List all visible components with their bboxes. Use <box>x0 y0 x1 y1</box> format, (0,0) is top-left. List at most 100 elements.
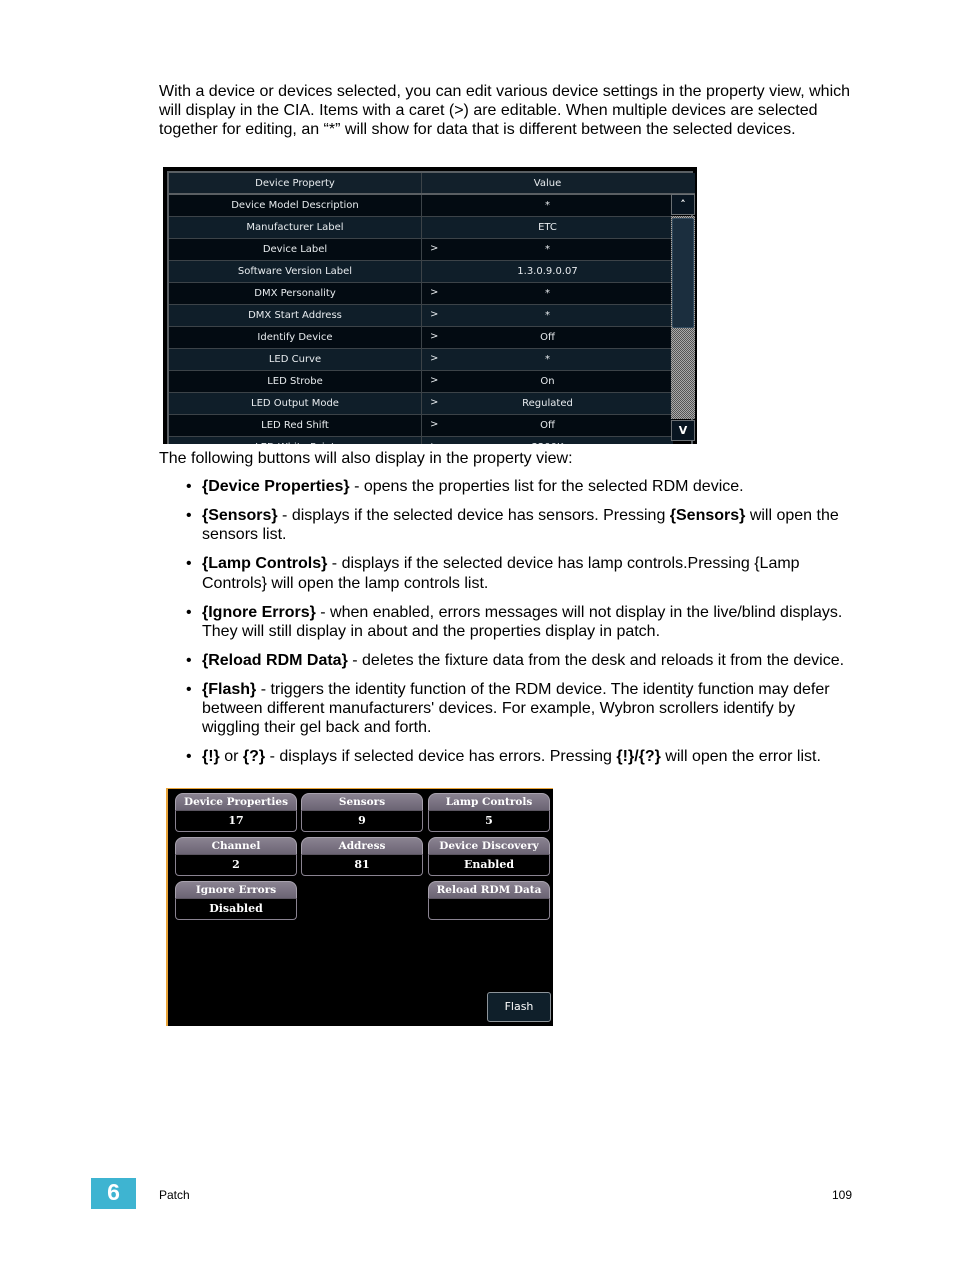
button-name: {Reload RDM Data} <box>202 651 348 669</box>
caret-up-icon: ˄ <box>680 198 686 211</box>
property-row[interactable]: LED Red Shift > Off <box>169 414 673 437</box>
property-value-cell[interactable]: > * <box>421 238 673 261</box>
list-item: • {Reload RDM Data} - deletes the fixture… <box>186 651 856 670</box>
buttons-intro-paragraph: The following buttons will also display … <box>159 450 573 467</box>
tile-device-discovery[interactable]: Device Discovery Enabled <box>428 837 550 876</box>
button-name: {Sensors} <box>669 506 746 524</box>
property-value-cell[interactable]: > Off <box>421 414 673 437</box>
tile-value: 17 <box>175 810 297 832</box>
editable-caret-icon: > <box>430 331 439 342</box>
property-value: * <box>545 244 550 255</box>
scroll-down-button[interactable]: V <box>671 420 695 441</box>
tile-lamp-controls[interactable]: Lamp Controls 5 <box>428 793 550 832</box>
property-view-screenshot: Device Property Value Device Model Descr… <box>163 167 697 444</box>
scroll-up-button[interactable]: ˄ <box>671 194 695 215</box>
tile-reload-rdm-data[interactable]: Reload RDM Data <box>428 881 550 920</box>
button-name: {Device Properties} <box>202 478 350 495</box>
button-name: {Flash} <box>202 680 257 698</box>
property-value-cell[interactable]: > * <box>421 282 673 305</box>
description-text: - triggers the identity function of the … <box>202 680 830 737</box>
tile-value: 2 <box>175 854 297 876</box>
tile-value: Disabled <box>175 898 297 920</box>
tile-label: Address <box>301 837 423 854</box>
property-value-cell: ETC <box>421 216 673 239</box>
description-text: - displays if selected device has errors… <box>265 748 617 766</box>
property-row[interactable]: DMX Start Address > * <box>169 304 673 327</box>
description-text: will open the error list. <box>660 748 821 766</box>
bullet-icon: • <box>186 651 192 669</box>
editable-caret-icon: > <box>430 397 439 408</box>
tile-label: Device Properties <box>175 793 297 810</box>
column-header-property[interactable]: Device Property <box>169 173 422 195</box>
property-row[interactable]: LED White Point>3200K <box>169 436 673 444</box>
property-name: Software Version Label <box>169 260 422 283</box>
tile-label: Lamp Controls <box>428 793 550 810</box>
column-header-value[interactable]: Value <box>421 173 673 195</box>
property-value-cell[interactable]: > Off <box>421 326 673 349</box>
tile-value: 9 <box>301 810 423 832</box>
bullet-icon: • <box>186 680 192 698</box>
scroll-thumb[interactable] <box>672 218 694 328</box>
list-item: • {Flash} - triggers the identity functio… <box>186 680 856 738</box>
property-value: * <box>545 310 550 321</box>
property-name: Manufacturer Label <box>169 216 422 239</box>
tile-channel[interactable]: Channel 2 <box>175 837 297 876</box>
tile-value: Enabled <box>428 854 550 876</box>
property-name: LED Red Shift <box>169 414 422 437</box>
list-item: • {Lamp Controls} - displays if the selec… <box>186 554 856 593</box>
tile-device-properties[interactable]: Device Properties 17 <box>175 793 297 832</box>
tile-value <box>428 898 550 920</box>
property-name: LED White Point <box>169 436 422 444</box>
property-value-cell[interactable]: > * <box>421 348 673 371</box>
editable-caret-icon: > <box>430 287 439 298</box>
property-value-cell[interactable]: > Regulated <box>421 392 673 415</box>
property-value-cell[interactable]: > * <box>421 304 673 327</box>
property-value: * <box>545 288 550 299</box>
property-row[interactable]: Software Version Label 1.3.0.9.0.07 <box>169 260 673 283</box>
property-row[interactable]: LED Curve > * <box>169 348 673 371</box>
footer-section-title: Patch <box>159 1188 190 1202</box>
tile-address[interactable]: Address 81 <box>301 837 423 876</box>
button-name: {?} <box>242 748 266 766</box>
property-row[interactable]: Manufacturer Label ETC <box>169 216 673 239</box>
button-name: {!} <box>202 748 220 766</box>
property-name: LED Output Mode <box>169 392 422 415</box>
property-value: Regulated <box>522 398 573 409</box>
property-value-cell[interactable]: >3200K <box>421 436 673 444</box>
property-value: ETC <box>538 222 557 233</box>
tile-label: Sensors <box>301 793 423 810</box>
description-text: or <box>219 748 243 766</box>
property-value: 1.3.0.9.0.07 <box>517 266 578 277</box>
list-item: • {Ignore Errors} - when enabled, errors … <box>186 603 856 642</box>
property-value-cell[interactable]: > On <box>421 370 673 393</box>
bullet-icon: • <box>186 748 192 766</box>
tile-sensors[interactable]: Sensors 9 <box>301 793 423 832</box>
property-value: Off <box>540 332 555 343</box>
scrollbar[interactable]: ˄ V <box>671 194 695 444</box>
property-row[interactable]: LED Output Mode > Regulated <box>169 392 673 415</box>
property-name: DMX Personality <box>169 282 422 305</box>
property-name: DMX Start Address <box>169 304 422 327</box>
button-description-list: • {Device Properties} - opens the propert… <box>186 477 856 776</box>
flash-button[interactable]: Flash <box>487 992 551 1022</box>
button-name: {Lamp Controls} <box>202 555 328 573</box>
property-row[interactable]: Device Model Description * <box>169 194 673 217</box>
property-row[interactable]: Device Label > * <box>169 238 673 261</box>
button-name: {!}/{?} <box>616 748 661 766</box>
property-value: On <box>540 376 555 387</box>
list-item: • {Sensors} - displays if the selected de… <box>186 506 856 545</box>
property-row[interactable]: Identify Device > Off <box>169 326 673 349</box>
property-name: Device Label <box>169 238 422 261</box>
property-row[interactable]: LED Strobe > On <box>169 370 673 393</box>
description-text: - displays if the selected device has se… <box>277 506 670 524</box>
chapter-badge: 6 <box>91 1178 136 1209</box>
tile-ignore-errors[interactable]: Ignore Errors Disabled <box>175 881 297 920</box>
button-name: {Ignore Errors} <box>202 603 316 621</box>
property-value: Off <box>540 420 555 431</box>
description-text: - deletes the fixture data from the desk… <box>347 651 845 669</box>
property-value-cell: * <box>421 194 673 217</box>
property-row[interactable]: DMX Personality > * <box>169 282 673 305</box>
property-value-cell: 1.3.0.9.0.07 <box>421 260 673 283</box>
tile-label: Reload RDM Data <box>428 881 550 898</box>
property-value: 3200K <box>531 442 563 444</box>
